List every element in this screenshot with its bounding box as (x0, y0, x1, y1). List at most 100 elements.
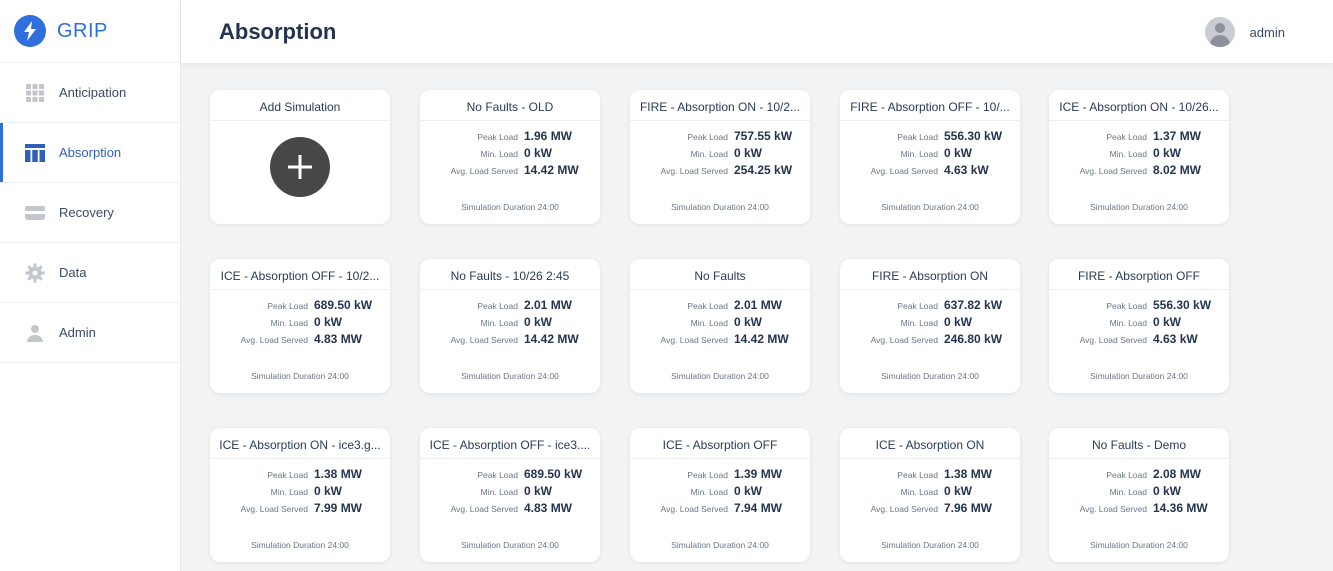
sidebar-item-absorption[interactable]: Absorption (0, 123, 180, 183)
simulation-card[interactable]: ICE - Absorption OFF - 10/2... Peak Load… (210, 259, 390, 393)
avg-load-value: 7.96 MW (944, 501, 993, 515)
peak-load-value: 556.30 kW (944, 129, 1003, 143)
simulation-card[interactable]: No Faults - 10/26 2:45 Peak Load 2.01 MW… (420, 259, 600, 393)
avg-load-label: Avg. Load Served (660, 504, 728, 514)
avg-load-row: Avg. Load Served 7.94 MW (630, 501, 810, 518)
simulation-card[interactable]: FIRE - Absorption OFF Peak Load 556.30 k… (1049, 259, 1229, 393)
peak-load-label: Peak Load (687, 301, 728, 311)
sidebar-item-label: Admin (59, 325, 96, 340)
avg-load-label: Avg. Load Served (450, 504, 518, 514)
peak-load-value: 757.55 kW (734, 129, 793, 143)
card-title: ICE - Absorption OFF - ice3.... (420, 428, 600, 459)
min-load-row: Min. Load 0 kW (210, 484, 390, 501)
min-load-value: 0 kW (1153, 484, 1182, 498)
simulation-card[interactable]: FIRE - Absorption ON - 10/2... Peak Load… (630, 90, 810, 224)
simulation-card[interactable]: ICE - Absorption ON - ice3.g... Peak Loa… (210, 428, 390, 562)
peak-load-row: Peak Load 637.82 kW (840, 298, 1020, 315)
peak-load-row: Peak Load 689.50 kW (210, 298, 390, 315)
avg-load-row: Avg. Load Served 4.83 MW (420, 501, 600, 518)
simulation-card[interactable]: ICE - Absorption OFF Peak Load 1.39 MW M… (630, 428, 810, 562)
sidebar-item-label: Anticipation (59, 85, 127, 100)
min-load-value: 0 kW (524, 315, 553, 329)
card-title: FIRE - Absorption OFF - 10/... (840, 90, 1020, 121)
avg-load-value: 4.63 kW (944, 163, 989, 177)
simulation-duration: Simulation Duration 24:00 (461, 202, 559, 212)
min-load-value: 0 kW (314, 484, 343, 498)
simulation-card[interactable]: ICE - Absorption ON Peak Load 1.38 MW Mi… (840, 428, 1020, 562)
simulation-card[interactable]: ICE - Absorption ON - 10/26... Peak Load… (1049, 90, 1229, 224)
avg-load-row: Avg. Load Served 14.42 MW (420, 332, 600, 349)
card-title: Add Simulation (210, 90, 390, 121)
min-load-label: Min. Load (690, 149, 728, 159)
min-load-label: Min. Load (480, 318, 518, 328)
simulation-duration: Simulation Duration 24:00 (671, 202, 769, 212)
simulation-duration: Simulation Duration 24:00 (671, 540, 769, 550)
min-load-value: 0 kW (524, 484, 553, 498)
avg-load-value: 4.83 MW (314, 332, 363, 346)
avg-load-row: Avg. Load Served 4.63 kW (840, 163, 1020, 180)
sidebar-item-recovery[interactable]: Recovery (0, 183, 180, 243)
add-simulation-button[interactable] (270, 137, 330, 197)
simulation-duration: Simulation Duration 24:00 (881, 540, 979, 550)
min-load-value: 0 kW (944, 484, 973, 498)
peak-load-label: Peak Load (477, 470, 518, 480)
peak-load-row: Peak Load 1.37 MW (1049, 129, 1229, 146)
peak-load-label: Peak Load (477, 132, 518, 142)
min-load-value: 0 kW (1153, 315, 1182, 329)
simulation-duration: Simulation Duration 24:00 (881, 202, 979, 212)
card-title: ICE - Absorption ON - 10/26... (1049, 90, 1229, 121)
avg-load-row: Avg. Load Served 246.80 kW (840, 332, 1020, 349)
simulation-card[interactable]: ICE - Absorption OFF - ice3.... Peak Loa… (420, 428, 600, 562)
sidebar-item-label: Recovery (59, 205, 114, 220)
card-stats: Peak Load 689.50 kW Min. Load 0 kW Avg. … (420, 459, 600, 518)
sidebar-item-label: Data (59, 265, 87, 280)
avatar[interactable] (1204, 17, 1235, 47)
simulation-card[interactable]: No Faults - OLD Peak Load 1.96 MW Min. L… (420, 90, 600, 224)
min-load-label: Min. Load (900, 487, 938, 497)
add-simulation-card[interactable]: Add Simulation (210, 90, 390, 224)
sidebar-item-anticipation[interactable]: Anticipation (0, 63, 180, 123)
avg-load-label: Avg. Load Served (450, 335, 518, 345)
sidebar-item-label: Absorption (59, 145, 122, 160)
peak-load-row: Peak Load 689.50 kW (420, 467, 600, 484)
peak-load-label: Peak Load (267, 470, 308, 480)
plus-icon (288, 155, 312, 179)
min-load-label: Min. Load (270, 318, 308, 328)
peak-load-row: Peak Load 2.08 MW (1049, 467, 1229, 484)
simulation-card[interactable]: FIRE - Absorption ON Peak Load 637.82 kW… (840, 259, 1020, 393)
avg-load-value: 14.42 MW (734, 332, 789, 346)
avatar-head-shape (1214, 23, 1225, 33)
min-load-value: 0 kW (734, 484, 763, 498)
simulation-card[interactable]: FIRE - Absorption OFF - 10/... Peak Load… (840, 90, 1020, 224)
peak-load-label: Peak Load (897, 132, 938, 142)
peak-load-row: Peak Load 2.01 MW (420, 298, 600, 315)
min-load-label: Min. Load (1109, 318, 1147, 328)
card-title: ICE - Absorption ON (840, 428, 1020, 459)
min-load-row: Min. Load 0 kW (630, 315, 810, 332)
avg-load-label: Avg. Load Served (660, 166, 728, 176)
avg-load-value: 14.42 MW (524, 332, 579, 346)
avg-load-label: Avg. Load Served (660, 335, 728, 345)
min-load-row: Min. Load 0 kW (1049, 146, 1229, 163)
simulation-card[interactable]: No Faults - Demo Peak Load 2.08 MW Min. … (1049, 428, 1229, 562)
peak-load-value: 2.08 MW (1153, 467, 1202, 481)
peak-load-row: Peak Load 1.38 MW (210, 467, 390, 484)
avg-load-label: Avg. Load Served (1079, 504, 1147, 514)
min-load-value: 0 kW (944, 146, 973, 160)
peak-load-label: Peak Load (897, 470, 938, 480)
peak-load-row: Peak Load 757.55 kW (630, 129, 810, 146)
peak-load-row: Peak Load 1.39 MW (630, 467, 810, 484)
avg-load-value: 14.42 MW (524, 163, 579, 177)
simulation-card[interactable]: No Faults Peak Load 2.01 MW Min. Load 0 … (630, 259, 810, 393)
min-load-label: Min. Load (900, 149, 938, 159)
avg-load-row: Avg. Load Served 7.96 MW (840, 501, 1020, 518)
simulation-duration: Simulation Duration 24:00 (251, 540, 349, 550)
card-stats: Peak Load 2.01 MW Min. Load 0 kW Avg. Lo… (630, 290, 810, 349)
card-title: FIRE - Absorption ON (840, 259, 1020, 290)
user-menu[interactable]: admin (1204, 17, 1285, 47)
brand[interactable]: GRIP (0, 0, 180, 63)
avg-load-row: Avg. Load Served 14.36 MW (1049, 501, 1229, 518)
card-title: ICE - Absorption ON - ice3.g... (210, 428, 390, 459)
sidebar-item-data[interactable]: Data (0, 243, 180, 303)
sidebar-item-admin[interactable]: Admin (0, 303, 180, 363)
